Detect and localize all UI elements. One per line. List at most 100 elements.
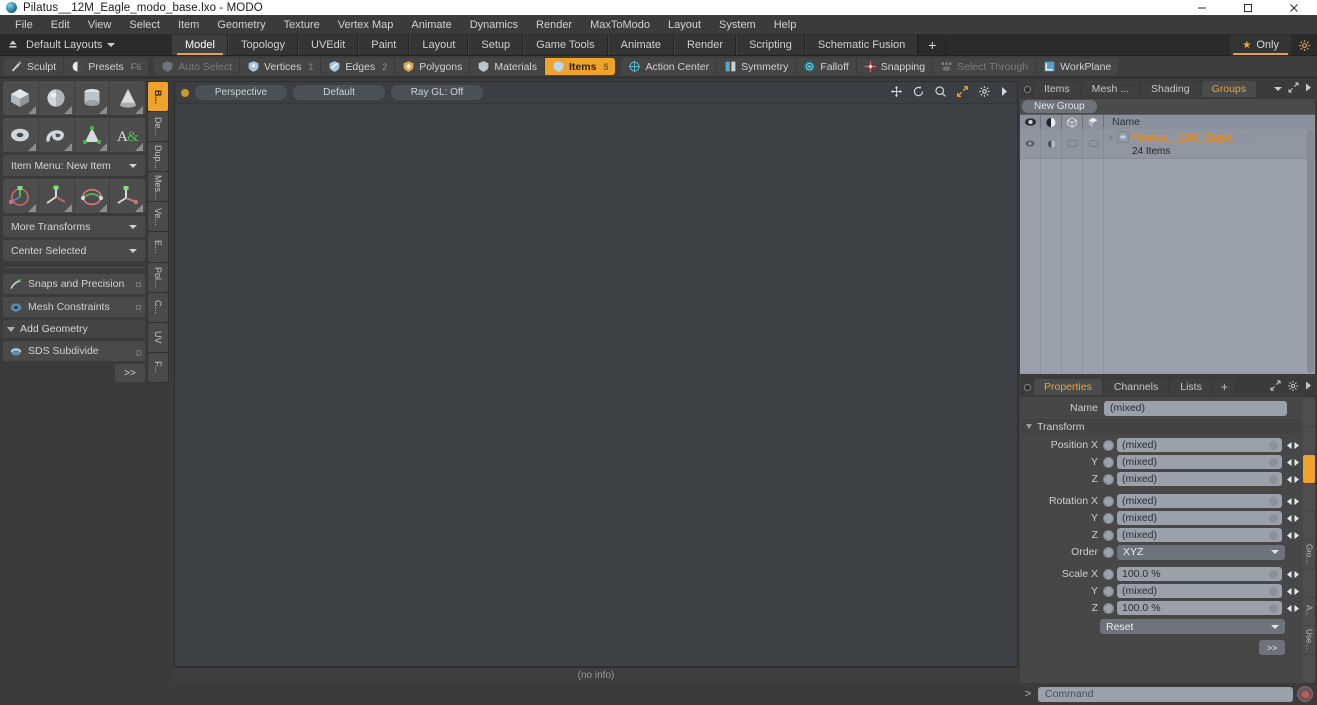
rotation-x-stepper[interactable] [1285,497,1301,506]
tab-groups[interactable]: Groups [1201,81,1257,97]
viewport-projection-button[interactable]: Perspective [195,85,287,100]
more-icon[interactable] [1000,86,1009,100]
order-channel-dot[interactable] [1103,546,1114,558]
panel-menu-dot[interactable] [1020,379,1034,395]
snapping-button[interactable]: Snapping [856,58,934,75]
shaded-icon[interactable] [1083,115,1104,129]
position-x-channel-dot[interactable] [1103,439,1114,451]
scale-y-stepper[interactable] [1285,587,1301,596]
rotation-z-stepper[interactable] [1285,531,1301,540]
layout-tab-model[interactable]: Model [172,35,228,55]
rotation-x-channel-dot[interactable] [1103,495,1114,507]
viewport-raygl-button[interactable]: Ray GL: Off [391,85,483,100]
cube-icon[interactable] [3,81,39,115]
gear-icon[interactable] [1291,35,1317,55]
torus-icon[interactable] [3,118,39,152]
rvtab-user[interactable]: Use... [1303,626,1315,654]
name-field[interactable]: (mixed) [1104,400,1287,416]
record-icon[interactable] [1297,686,1313,702]
scale-x-channel-dot[interactable] [1103,568,1114,580]
edges-button[interactable]: Edges 2 [321,58,396,75]
scale-y-channel-dot[interactable] [1103,585,1114,597]
presets-button[interactable]: Presets F6 [64,58,149,75]
rvtab-7[interactable] [1303,569,1315,597]
expand-icon[interactable] [1288,82,1299,96]
spiral-icon[interactable] [38,118,75,152]
vtab-deform[interactable]: De... [148,112,168,142]
menu-select[interactable]: Select [120,15,169,35]
tab-lists[interactable]: Lists [1170,379,1212,395]
layout-tab-scripting[interactable]: Scripting [736,35,805,55]
rvtab-10[interactable] [1303,654,1315,682]
menu-geometry[interactable]: Geometry [208,15,274,35]
viewport-shading-button[interactable]: Default [293,85,385,100]
rotate-icon[interactable] [912,85,925,101]
tab-channels[interactable]: Channels [1103,379,1169,395]
layout-tab-schematic-fusion[interactable]: Schematic Fusion [804,35,919,55]
menu-item[interactable]: Item [169,15,208,35]
expand-icon[interactable] [1270,380,1281,394]
scale-y-field[interactable]: (mixed) [1117,584,1282,598]
eye-icon[interactable] [1020,115,1041,129]
settings-icon[interactable] [978,85,991,101]
row-render-toggle[interactable] [1041,129,1062,158]
vtab-basic[interactable]: B... [148,82,168,112]
zoom-icon[interactable] [934,85,947,101]
layout-tab-topology[interactable]: Topology [227,35,299,55]
row-shaded-toggle[interactable] [1083,129,1104,158]
transform-tool-icon[interactable] [110,179,145,213]
text-icon[interactable]: A & [110,118,145,152]
menu-dynamics[interactable]: Dynamics [461,15,527,35]
viewport-state-dot[interactable] [181,88,189,97]
maximize-icon[interactable] [1225,0,1271,15]
sds-subdivide-button[interactable]: SDS Subdivide D [3,341,145,361]
table-row[interactable]: + Pilatus__12M_Eagle (25) 24 Items [1020,129,1315,159]
items-button[interactable]: Items 5 [545,58,616,75]
center-selected-dropdown[interactable]: Center Selected [3,240,145,261]
tab-properties[interactable]: Properties [1034,379,1102,395]
rotation-y-field[interactable]: (mixed) [1117,511,1282,525]
panel-menu-dot[interactable] [1020,81,1034,97]
chevron-down-icon[interactable] [1274,87,1282,91]
gear-icon[interactable] [1287,380,1299,395]
rvtab-3[interactable] [1303,455,1315,483]
menu-system[interactable]: System [710,15,765,35]
left-panel-expand-button[interactable]: >> [115,364,145,382]
reset-dropdown[interactable]: Reset [1100,619,1285,634]
workplane-button[interactable]: WorkPlane [1036,58,1119,75]
rotate-tool-icon[interactable] [38,179,75,213]
scale-tool-icon[interactable] [74,179,111,213]
rvtab-a[interactable]: A... [1303,597,1315,625]
vtab-polygon[interactable]: Pol... [148,262,168,292]
chevron-right-icon[interactable] [1305,381,1312,393]
select-through-button[interactable]: Select Through [933,58,1037,75]
position-y-channel-dot[interactable] [1103,456,1114,468]
upload-icon[interactable] [6,38,20,52]
scale-z-channel-dot[interactable] [1103,602,1114,614]
transform-section-header[interactable]: Transform [1022,419,1301,434]
row-wireframe-toggle[interactable] [1062,129,1083,158]
position-y-stepper[interactable] [1285,458,1301,467]
falloff-button[interactable]: Falloff [796,58,857,75]
add-geometry-section[interactable]: Add Geometry [3,320,145,338]
chevron-right-icon[interactable] [1305,83,1312,95]
layout-tab-animate[interactable]: Animate [607,35,674,55]
materials-button[interactable]: Materials [470,58,545,75]
wireframe-icon[interactable] [1062,115,1083,129]
rotation-y-channel-dot[interactable] [1103,512,1114,524]
tab-shading[interactable]: Shading [1141,81,1200,97]
rvtab-5[interactable] [1303,512,1315,540]
move-tool-icon[interactable] [3,179,39,213]
scale-z-stepper[interactable] [1285,604,1301,613]
position-z-stepper[interactable] [1285,475,1301,484]
vtab-curve[interactable]: C... [148,292,168,322]
vtab-duplicate[interactable]: Dup... [148,142,168,172]
menu-vertex-map[interactable]: Vertex Map [329,15,403,35]
cone-icon[interactable] [110,81,145,115]
cylinder-icon[interactable] [74,81,111,115]
expand-toggle[interactable]: + [1108,133,1114,144]
layout-tab-render[interactable]: Render [673,35,737,55]
only-toggle-button[interactable]: ★ Only [1230,35,1291,55]
bezier-icon[interactable] [74,118,111,152]
layout-tab-paint[interactable]: Paint [358,35,410,55]
